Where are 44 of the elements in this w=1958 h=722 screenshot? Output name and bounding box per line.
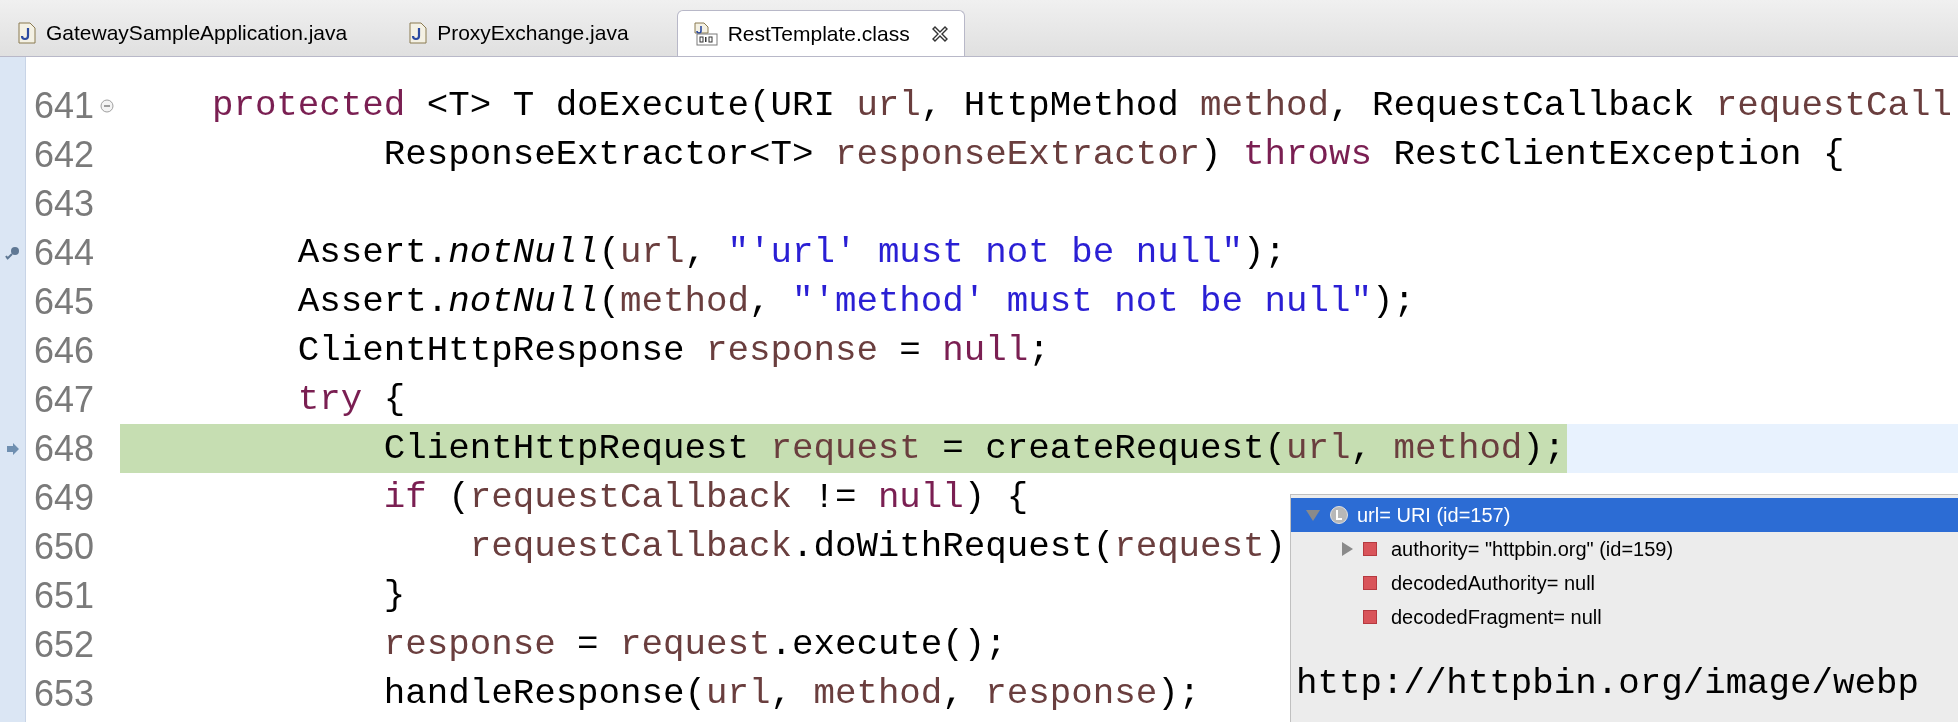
private-field-icon: [1363, 542, 1377, 556]
class-file-icon: [691, 21, 718, 46]
line-number: 643: [32, 181, 94, 226]
private-field-icon: [1363, 576, 1377, 590]
editor-tab[interactable]: RestTemplate.class: [676, 10, 965, 56]
java-file-icon: [18, 22, 36, 44]
line-number: 648: [32, 426, 94, 471]
line-number: 646: [32, 328, 94, 373]
line-number: 649: [32, 475, 94, 520]
line-number: 652: [32, 622, 94, 667]
expanded-triangle-icon[interactable]: [1305, 507, 1321, 523]
line-number: 645: [32, 279, 94, 324]
variable-tree-item[interactable]: decodedFragment= null: [1291, 600, 1958, 634]
arrow-icon: [6, 441, 20, 456]
variable-tree-item[interactable]: authority= "httpbin.org" (id=159): [1291, 532, 1958, 566]
variable-tree-item[interactable]: decodedAuthority= null: [1291, 566, 1958, 600]
line-number: 647: [32, 377, 94, 422]
editor-tab[interactable]: ProxyExchange.java: [395, 10, 643, 56]
line-number: 653: [32, 671, 94, 716]
code-line: if (requestCallback != null) {: [382, 475, 1030, 520]
code-line: Assert.notNull(url, "'url' must not be null");: [296, 230, 1288, 275]
private-field-icon: [1363, 610, 1377, 624]
editor-tab[interactable]: GatewaySampleApplication.java: [4, 10, 362, 56]
line-number: 641: [32, 83, 94, 128]
code-line: }: [382, 573, 407, 618]
search-result-icon: [5, 244, 21, 261]
value-detail-text: http://httpbin.org/image/webp: [1295, 662, 1920, 706]
collapsed-triangle-icon[interactable]: [1339, 541, 1355, 557]
code-line: Assert.notNull(method, "'method' must not be null");: [296, 279, 1416, 324]
code-line: protected <T> T doExecute(URI url, HttpMethod method, RequestCallback requestCall: [210, 83, 1953, 128]
line-number: 642: [32, 132, 94, 177]
code-line: ResponseExtractor<T> responseExtractor) throws RestClientException {: [382, 132, 1846, 177]
variable-tree-item[interactable]: url= URI (id=157): [1291, 498, 1958, 532]
code-line: handleResponse(url, method, response);: [382, 671, 1202, 716]
fold-icon[interactable]: [100, 98, 114, 113]
local-variable-icon: [1329, 505, 1349, 525]
code-line: try {: [296, 377, 407, 422]
code-line: ClientHttpResponse response = null;: [296, 328, 1051, 373]
line-number: 650: [32, 524, 94, 569]
java-file-icon: [409, 22, 428, 44]
code-line: response = request.execute();: [382, 622, 1008, 667]
code-line: requestCallback.doWithRequest(request): [468, 524, 1288, 569]
line-number: 651: [32, 573, 94, 618]
line-number: 644: [32, 230, 94, 275]
